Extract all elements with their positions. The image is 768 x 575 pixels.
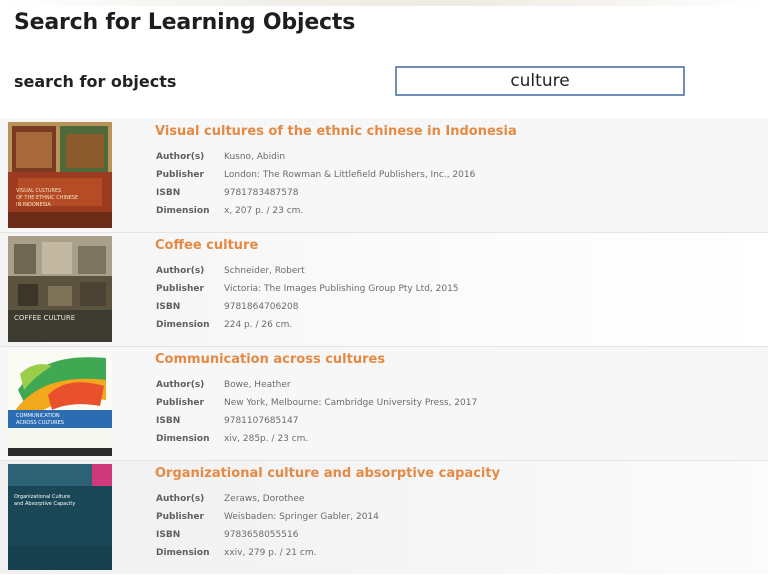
meta-publisher: New York, Melbourne: Cambridge Universit…	[224, 398, 478, 408]
meta-dimension: xxiv, 279 p. / 21 cm.	[224, 548, 317, 558]
meta-author: Kusno, Abidin	[224, 152, 286, 162]
meta-isbn: 9781107685147	[224, 416, 299, 426]
meta-key-isbn: ISBN	[156, 302, 181, 312]
meta-key-dimension: Dimension	[156, 434, 210, 444]
divider	[0, 346, 768, 347]
meta-publisher: Victoria: The Images Publishing Group Pt…	[224, 284, 459, 294]
cover-text: COMMUNICATION	[16, 413, 60, 419]
result-title[interactable]: Visual cultures of the ethnic chinese in…	[155, 124, 517, 139]
book-cover-image: COMMUNICATION ACROSS CULTURES	[8, 350, 112, 456]
meta-key-publisher: Publisher	[156, 512, 204, 522]
meta-author: Zeraws, Dorothee	[224, 494, 305, 504]
result-title[interactable]: Communication across cultures	[155, 352, 385, 367]
result-item[interactable]: COFFEE CULTURE Coffee culture Author(s) S…	[0, 232, 768, 346]
meta-key-publisher: Publisher	[156, 284, 204, 294]
cover-text: VISUAL CULTURES	[16, 188, 61, 194]
meta-isbn: 9781864706208	[224, 302, 299, 312]
meta-key-dimension: Dimension	[156, 548, 210, 558]
result-title[interactable]: Coffee culture	[155, 238, 258, 253]
meta-key-dimension: Dimension	[156, 320, 210, 330]
result-meta: Author(s) Zeraws, Dorothee Publisher Weisb…	[156, 494, 379, 566]
book-cover[interactable]: VISUAL CULTURES OF THE ETHNIC CHINESE IN…	[8, 122, 112, 228]
result-item[interactable]: VISUAL CULTURES OF THE ETHNIC CHINESE IN…	[0, 118, 768, 232]
book-cover-image: VISUAL CULTURES OF THE ETHNIC CHINESE IN…	[8, 122, 112, 228]
book-cover[interactable]: Organizational Culture and Absorptive Ca…	[8, 464, 112, 570]
result-meta: Author(s) Bowe, Heather Publisher New York…	[156, 380, 477, 452]
result-item[interactable]: COMMUNICATION ACROSS CULTURES Communicat…	[0, 346, 768, 460]
book-cover-image: COFFEE CULTURE	[8, 236, 112, 342]
search-input[interactable]	[395, 66, 685, 96]
cover-text: COFFEE CULTURE	[14, 314, 75, 322]
meta-publisher: London: The Rowman & Littlefield Publish…	[224, 170, 476, 180]
meta-isbn: 9783658055516	[224, 530, 299, 540]
meta-key-publisher: Publisher	[156, 398, 204, 408]
cover-text: and Absorptive Capacity	[14, 501, 75, 507]
top-strip	[0, 0, 768, 6]
meta-dimension: x, 207 p. / 23 cm.	[224, 206, 304, 216]
meta-key-isbn: ISBN	[156, 530, 181, 540]
meta-key-publisher: Publisher	[156, 170, 204, 180]
results-list: VISUAL CULTURES OF THE ETHNIC CHINESE IN…	[0, 118, 768, 575]
result-title[interactable]: Organizational culture and absorptive ca…	[155, 466, 500, 481]
cover-text: IN INDONESIA	[16, 202, 51, 208]
search-label: search for objects	[14, 72, 177, 91]
meta-dimension: xiv, 285p. / 23 cm.	[224, 434, 309, 444]
meta-key-author: Author(s)	[156, 494, 205, 504]
divider	[0, 460, 768, 461]
book-cover[interactable]: COFFEE CULTURE	[8, 236, 112, 342]
cover-text: OF THE ETHNIC CHINESE	[16, 195, 78, 201]
result-item[interactable]: Organizational Culture and Absorptive Ca…	[0, 460, 768, 574]
page-title: Search for Learning Objects	[14, 10, 356, 35]
meta-publisher: Weisbaden: Springer Gabler, 2014	[224, 512, 379, 522]
meta-author: Bowe, Heather	[224, 380, 291, 390]
meta-author: Schneider, Robert	[224, 266, 305, 276]
result-meta: Author(s) Schneider, Robert Publisher Vict…	[156, 266, 459, 338]
cover-text: Organizational Culture	[14, 494, 70, 500]
meta-key-isbn: ISBN	[156, 188, 181, 198]
meta-key-isbn: ISBN	[156, 416, 181, 426]
book-cover-image: Organizational Culture and Absorptive Ca…	[8, 464, 112, 570]
meta-key-author: Author(s)	[156, 266, 205, 276]
meta-dimension: 224 p. / 26 cm.	[224, 320, 293, 330]
meta-isbn: 9781783487578	[224, 188, 299, 198]
result-meta: Author(s) Kusno, Abidin Publisher London: …	[156, 152, 475, 224]
meta-key-dimension: Dimension	[156, 206, 210, 216]
cover-text: ACROSS CULTURES	[16, 420, 64, 426]
book-cover[interactable]: COMMUNICATION ACROSS CULTURES	[8, 350, 112, 456]
meta-key-author: Author(s)	[156, 152, 205, 162]
divider	[0, 232, 768, 233]
meta-key-author: Author(s)	[156, 380, 205, 390]
